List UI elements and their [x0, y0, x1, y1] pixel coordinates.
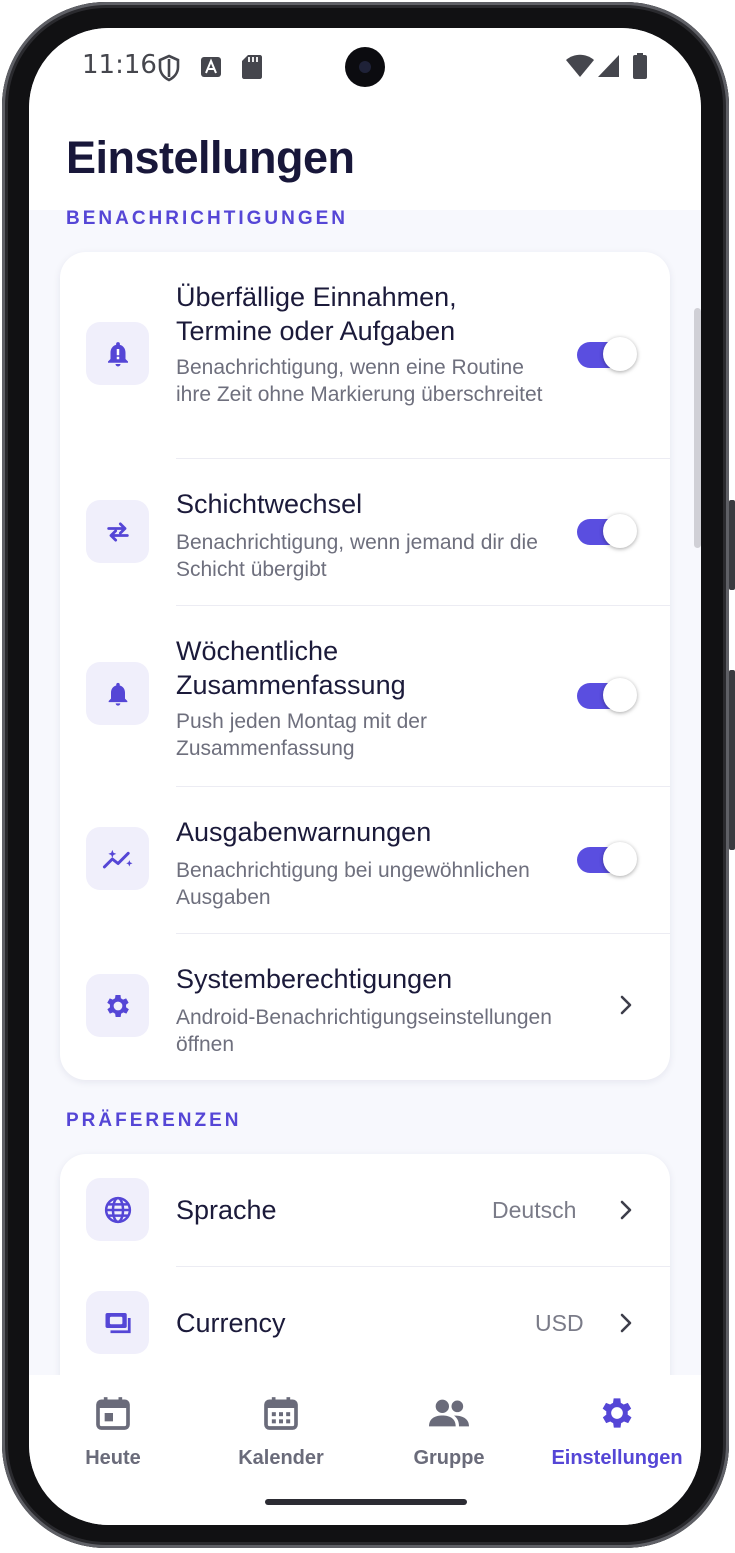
notification-title: Wöchentliche Zusammenfassung	[176, 636, 406, 700]
a-box-icon	[201, 57, 221, 77]
currency-icon	[105, 1312, 131, 1333]
notification-title: Systemberechtigungen	[176, 964, 453, 994]
gear-icon	[602, 1398, 632, 1428]
notification-title: Schichtwechsel	[176, 489, 363, 519]
notification-description: Benachrichtigung bei ungewöhnlichen Ausg…	[176, 859, 530, 909]
status-bar: 11:16	[29, 28, 701, 108]
header: Einstellungen	[29, 108, 701, 210]
notification-description: Benachrichtigung, wenn jemand dir die Sc…	[176, 531, 538, 581]
notification-description: Push jeden Montag mit der Zusammenfassun…	[176, 710, 427, 760]
icon-tile	[86, 1291, 149, 1354]
notification-row-overdue[interactable]: Überfällige Einnahmen, Termine oder Aufg…	[60, 252, 670, 459]
nav-item-settings[interactable]: Einstellungen	[533, 1393, 701, 1483]
preference-row-currency[interactable]: Currency USD	[60, 1267, 670, 1379]
notification-row-system-permissions[interactable]: Systemberechtigungen Android-Benachricht…	[60, 934, 670, 1080]
trend-sparkle-icon	[102, 849, 133, 868]
volume-button	[729, 500, 735, 590]
bell-icon	[108, 682, 127, 706]
icon-tile	[86, 1178, 149, 1241]
notification-title: Überfällige Einnahmen, Termine oder Aufg…	[176, 282, 457, 346]
battery-icon	[633, 53, 647, 79]
bell-alert-icon	[107, 341, 128, 366]
preference-title: Currency	[176, 1308, 286, 1338]
nav-item-today[interactable]: Heute	[29, 1393, 197, 1483]
swap-arrows-icon	[106, 521, 129, 542]
toggle-overdue[interactable]	[577, 336, 639, 372]
preference-value: Deutsch	[492, 1197, 577, 1223]
calendar-icon	[264, 1397, 298, 1430]
front-camera	[345, 47, 385, 87]
icon-tile	[86, 662, 149, 725]
scrollbar-thumb[interactable]	[694, 308, 701, 548]
gear-icon	[106, 994, 129, 1017]
section-title-preferences: PRÄFERENZEN	[66, 1110, 242, 1131]
icon-tile	[86, 827, 149, 890]
notification-description: Android-Benachrichtigungseinstellungen ö…	[176, 1006, 552, 1056]
toggle-weekly-summary[interactable]	[577, 677, 639, 713]
toggle-spending-warnings[interactable]	[577, 841, 639, 877]
globe-icon	[104, 1196, 131, 1223]
notifications-card: Überfällige Einnahmen, Termine oder Aufg…	[60, 252, 670, 1080]
wifi-icon	[566, 54, 594, 77]
icon-tile	[86, 322, 149, 385]
shield-icon	[158, 54, 180, 82]
status-time: 11:16	[82, 50, 157, 80]
preference-value: USD	[535, 1310, 584, 1336]
notification-description: Benachrichtigung, wenn eine Routine ihre…	[176, 356, 543, 406]
notification-row-shift-change[interactable]: Schichtwechsel Benachrichtigung, wenn je…	[60, 459, 670, 606]
screen: 11:16 Einstellungen BENACHRICHTIGUNGEN Ü…	[29, 28, 701, 1525]
icon-tile	[86, 974, 149, 1037]
chevron-right-icon	[620, 995, 632, 1015]
preference-row-language[interactable]: Sprache Deutsch	[60, 1154, 670, 1267]
notification-title: Ausgabenwarnungen	[176, 817, 432, 847]
nav-label: Gruppe	[413, 1447, 485, 1469]
home-indicator[interactable]	[265, 1499, 467, 1505]
group-icon	[429, 1399, 469, 1427]
preference-title: Sprache	[176, 1195, 277, 1225]
cell-signal-icon	[598, 55, 619, 77]
chevron-right-icon	[620, 1200, 632, 1220]
nav-label: Einstellungen	[551, 1447, 683, 1469]
notification-row-spending-warnings[interactable]: Ausgabenwarnungen Benachrichtigung bei u…	[60, 787, 670, 934]
nav-item-calendar[interactable]: Kalender	[197, 1393, 365, 1483]
sd-card-icon	[242, 55, 262, 79]
nav-label: Heute	[85, 1447, 141, 1469]
notification-row-weekly-summary[interactable]: Wöchentliche Zusammenfassung Push jeden …	[60, 606, 670, 787]
nav-label: Kalender	[238, 1447, 324, 1469]
icon-tile	[86, 500, 149, 563]
chevron-right-icon	[620, 1313, 632, 1333]
power-button	[729, 670, 735, 850]
toggle-shift-change[interactable]	[577, 513, 639, 549]
nav-item-group[interactable]: Gruppe	[365, 1393, 533, 1483]
page-title: Einstellungen	[66, 132, 355, 183]
section-title-notifications: BENACHRICHTIGUNGEN	[66, 208, 348, 229]
calendar-day-icon	[96, 1397, 130, 1430]
